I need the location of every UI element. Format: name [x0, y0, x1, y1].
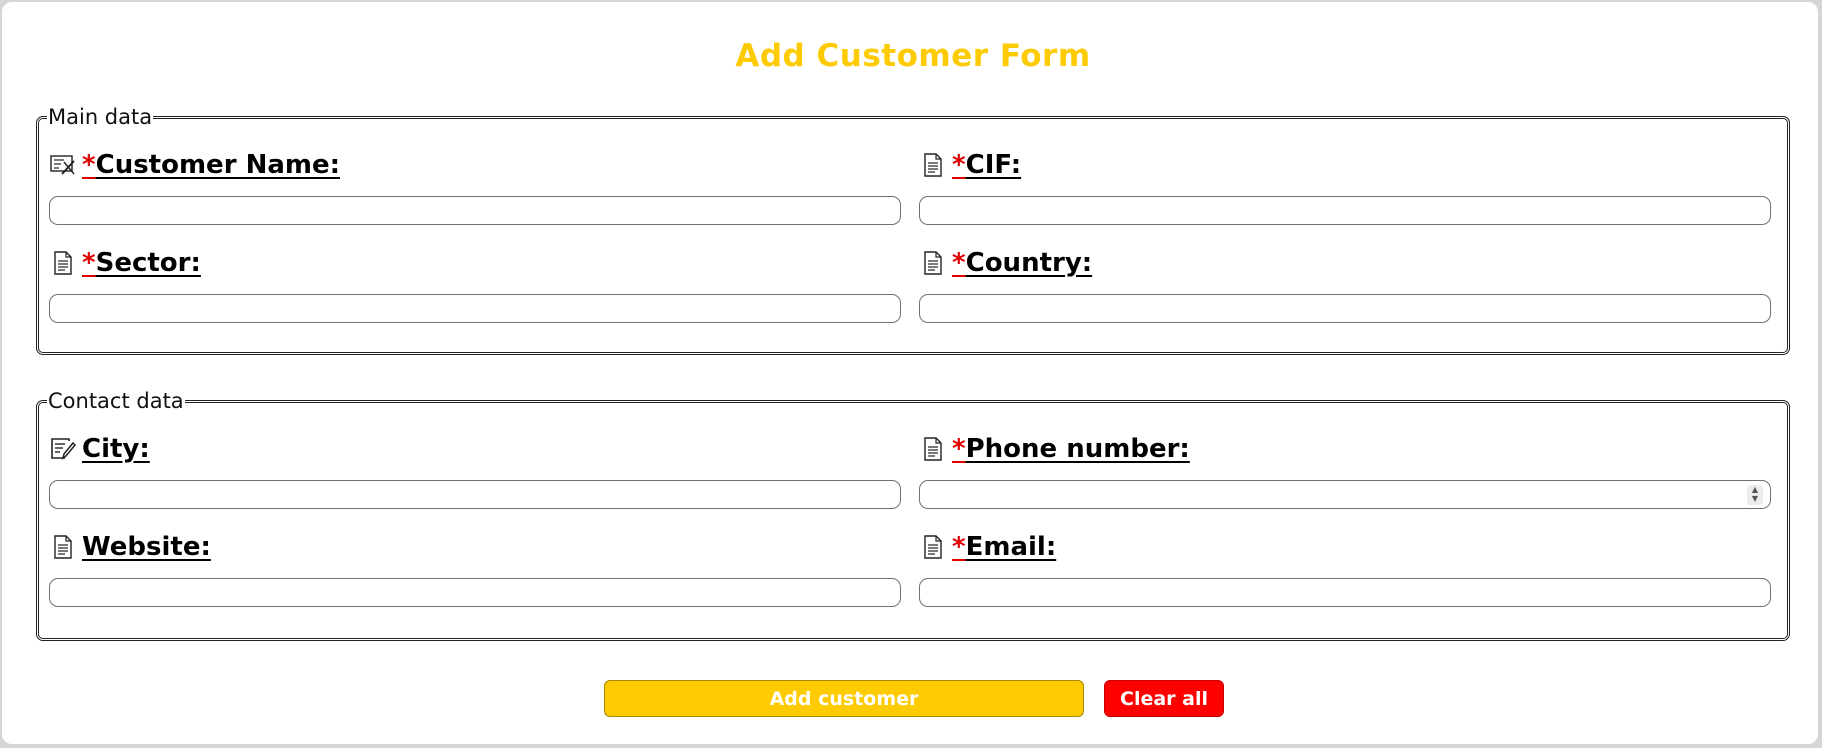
email-label-text: Email:: [965, 532, 1057, 562]
phone-number-spinner[interactable]: ▲ ▼: [1747, 485, 1763, 505]
phone-number-label: * Phone number:: [920, 434, 1190, 464]
sector-label-text: Sector:: [95, 248, 201, 278]
add-customer-button[interactable]: Add customer: [604, 680, 1084, 717]
sector-input[interactable]: [49, 294, 901, 323]
city-input[interactable]: [49, 480, 901, 509]
country-label-text: Country:: [965, 248, 1093, 278]
document-icon: [54, 251, 72, 275]
website-label-text: Website:: [82, 532, 211, 562]
city-label-text: City:: [82, 434, 150, 464]
website-label: Website:: [50, 532, 211, 562]
phone-number-input[interactable]: [919, 480, 1771, 509]
form-edit-icon: [50, 155, 75, 175]
required-marker: *: [952, 434, 966, 464]
clear-all-button[interactable]: Clear all: [1104, 680, 1224, 717]
cif-label: * CIF:: [920, 150, 1021, 180]
website-input[interactable]: [49, 578, 901, 607]
form-title: Add Customer Form: [735, 38, 1091, 74]
document-icon: [924, 153, 942, 177]
spinner-down-icon[interactable]: ▼: [1752, 494, 1758, 503]
city-label: City:: [50, 434, 150, 464]
required-marker: *: [82, 150, 96, 180]
phone-number-label-text: Phone number:: [965, 434, 1190, 464]
edit-note-icon: [51, 438, 76, 460]
document-icon: [924, 535, 942, 559]
customer-name-input[interactable]: [49, 196, 901, 225]
form-page: Add Customer Form Main data * Customer N…: [2, 2, 1818, 744]
customer-name-label-text: Customer Name:: [95, 150, 340, 180]
document-icon: [924, 251, 942, 275]
sector-label: * Sector:: [50, 248, 201, 278]
cif-label-text: CIF:: [965, 150, 1022, 180]
country-input[interactable]: [919, 294, 1771, 323]
country-label: * Country:: [920, 248, 1092, 278]
main-data-legend: Main data: [48, 105, 153, 129]
email-input[interactable]: [919, 578, 1771, 607]
document-icon: [54, 535, 72, 559]
customer-name-label: * Customer Name:: [50, 150, 340, 180]
email-label: * Email:: [920, 532, 1056, 562]
document-icon: [924, 437, 942, 461]
cif-input[interactable]: [919, 196, 1771, 225]
required-marker: *: [952, 248, 966, 278]
required-marker: *: [82, 248, 96, 278]
required-marker: *: [952, 532, 966, 562]
spinner-up-icon[interactable]: ▲: [1752, 485, 1758, 494]
required-marker: *: [952, 150, 966, 180]
contact-data-legend: Contact data: [48, 389, 184, 413]
